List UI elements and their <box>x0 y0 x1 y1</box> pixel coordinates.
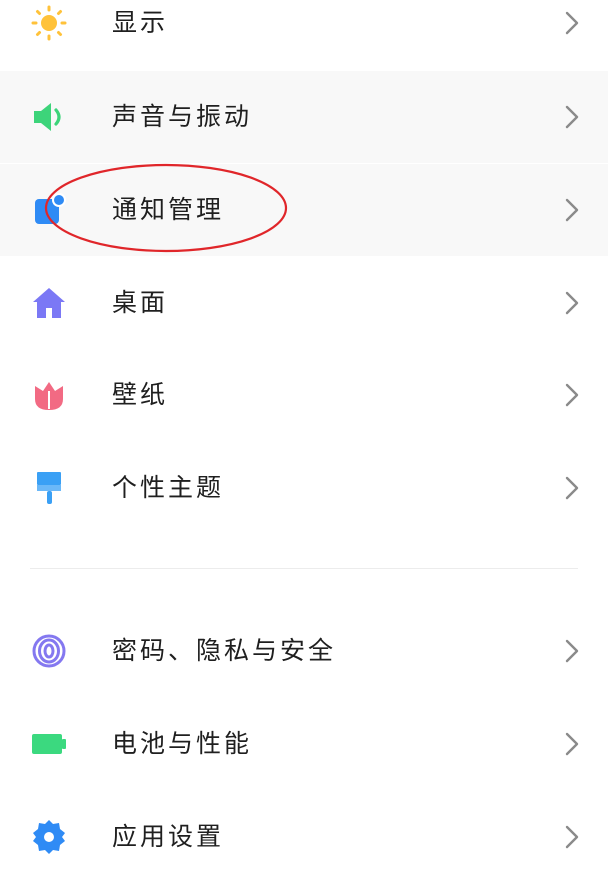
settings-item-privacy-security[interactable]: 密码、隐私与安全 <box>0 605 608 697</box>
settings-item-label: 密码、隐私与安全 <box>112 636 337 665</box>
settings-item-notifications[interactable]: 通知管理 <box>0 164 608 256</box>
settings-item-sound[interactable]: 声音与振动 <box>0 71 608 163</box>
settings-item-label: 应用设置 <box>112 822 225 851</box>
settings-item-display[interactable]: 显示 <box>0 0 608 69</box>
settings-item-label: 个性主题 <box>112 473 225 502</box>
settings-item-label: 电池与性能 <box>112 729 253 758</box>
sun-icon <box>31 5 67 41</box>
paint-roller-icon <box>37 472 61 504</box>
tulip-icon <box>35 382 63 410</box>
gear-icon <box>33 820 65 854</box>
fingerprint-icon <box>32 634 66 668</box>
settings-item-themes[interactable]: 个性主题 <box>0 442 608 534</box>
settings-item-label: 桌面 <box>112 288 169 317</box>
section-divider <box>30 568 578 569</box>
notification-icon <box>35 193 66 224</box>
chevron-right-icon <box>565 639 579 663</box>
speaker-icon <box>34 103 61 131</box>
battery-icon <box>32 734 66 754</box>
settings-item-app-settings[interactable]: 应用设置 <box>0 791 608 883</box>
settings-item-label: 通知管理 <box>112 195 225 224</box>
chevron-right-icon <box>565 11 579 35</box>
chevron-right-icon <box>565 732 579 756</box>
settings-screen: 显示 声音与振动 通知管理 桌面 壁纸 个性主题 密码、隐私与安全 电池与性能 … <box>0 0 608 891</box>
settings-item-label: 声音与振动 <box>112 102 253 131</box>
chevron-right-icon <box>565 825 579 849</box>
chevron-right-icon <box>565 476 579 500</box>
chevron-right-icon <box>565 105 579 129</box>
chevron-right-icon <box>565 291 579 315</box>
settings-item-battery[interactable]: 电池与性能 <box>0 698 608 790</box>
chevron-right-icon <box>565 383 579 407</box>
settings-item-label: 显示 <box>112 8 169 37</box>
settings-item-desktop[interactable]: 桌面 <box>0 257 608 349</box>
home-icon <box>33 288 65 318</box>
chevron-right-icon <box>565 198 579 222</box>
settings-item-label: 壁纸 <box>112 380 169 409</box>
settings-item-wallpaper[interactable]: 壁纸 <box>0 349 608 441</box>
